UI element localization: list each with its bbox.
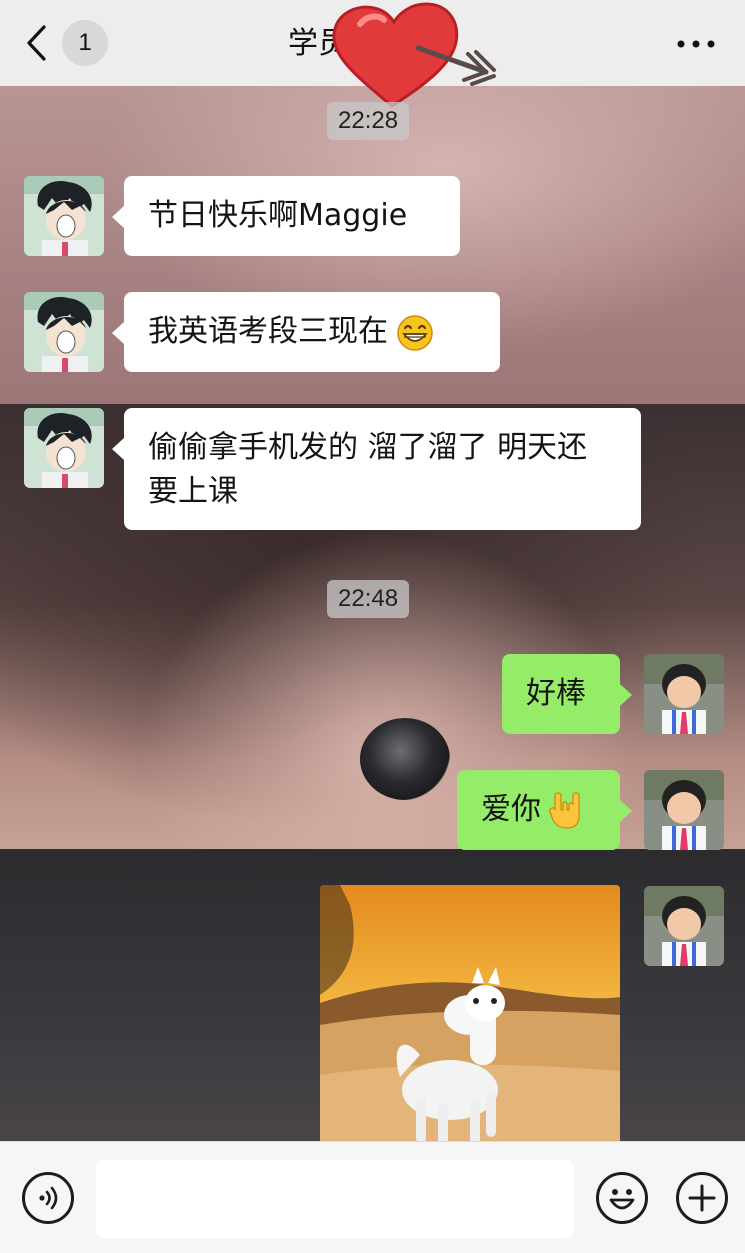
- image-message-llama[interactable]: [320, 885, 620, 1149]
- back-button[interactable]: 1: [24, 18, 120, 68]
- plus-icon: [688, 1184, 716, 1212]
- grinning-face-emoji: [397, 314, 433, 351]
- voice-icon: [39, 1186, 58, 1210]
- message-bubble-outgoing[interactable]: 爱你: [457, 770, 632, 850]
- message-input-bar: [0, 1141, 745, 1253]
- contact-avatar[interactable]: [24, 408, 104, 488]
- message-text: 好棒: [526, 676, 586, 711]
- message-bubble-incoming[interactable]: 我英语考段三现在: [112, 292, 500, 372]
- ellipsis-icon: [677, 40, 715, 48]
- kid-photo-avatar-icon: [644, 654, 724, 734]
- timestamp: 22:28: [327, 102, 410, 140]
- more-button[interactable]: [668, 22, 724, 66]
- chat-screen: 1 学员 22:28 22:48 节日快乐啊Maggie 我英语考段三现在 偷偷…: [0, 0, 745, 1253]
- heart-arrow-sticker: [332, 2, 496, 108]
- self-avatar[interactable]: [644, 654, 724, 734]
- message-text: 偷偷拿手机发的 溜了溜了 明天还要上课: [148, 430, 588, 509]
- message-input[interactable]: [96, 1160, 574, 1238]
- llama-image: [320, 885, 620, 1149]
- message-text: 爱你: [481, 792, 541, 827]
- contact-avatar[interactable]: [24, 176, 104, 256]
- anime-boy-avatar-icon: [24, 292, 104, 372]
- kid-photo-avatar-icon: [644, 770, 724, 850]
- plus-button[interactable]: [676, 1172, 728, 1224]
- timestamp: 22:48: [327, 580, 410, 618]
- message-bubble-outgoing[interactable]: 好棒: [502, 654, 632, 734]
- message-text: 我英语考段三现在: [148, 314, 388, 349]
- anime-boy-avatar-icon: [24, 176, 104, 256]
- anime-boy-avatar-icon: [24, 408, 104, 488]
- wallpaper-eye: [360, 718, 450, 800]
- unread-count-badge: 1: [62, 20, 108, 66]
- self-avatar[interactable]: [644, 886, 724, 966]
- smiley-icon: [609, 1189, 635, 1210]
- voice-button[interactable]: [22, 1172, 74, 1224]
- kid-photo-avatar-icon: [644, 886, 724, 966]
- chevron-left-icon: [27, 25, 46, 61]
- message-bubble-incoming[interactable]: 偷偷拿手机发的 溜了溜了 明天还要上课: [112, 408, 641, 530]
- contact-avatar[interactable]: [24, 292, 104, 372]
- message-bubble-incoming[interactable]: 节日快乐啊Maggie: [112, 176, 460, 256]
- message-text: 节日快乐啊Maggie: [148, 198, 408, 233]
- emoji-button[interactable]: [596, 1172, 648, 1224]
- self-avatar[interactable]: [644, 770, 724, 850]
- love-you-gesture-emoji: [549, 791, 580, 829]
